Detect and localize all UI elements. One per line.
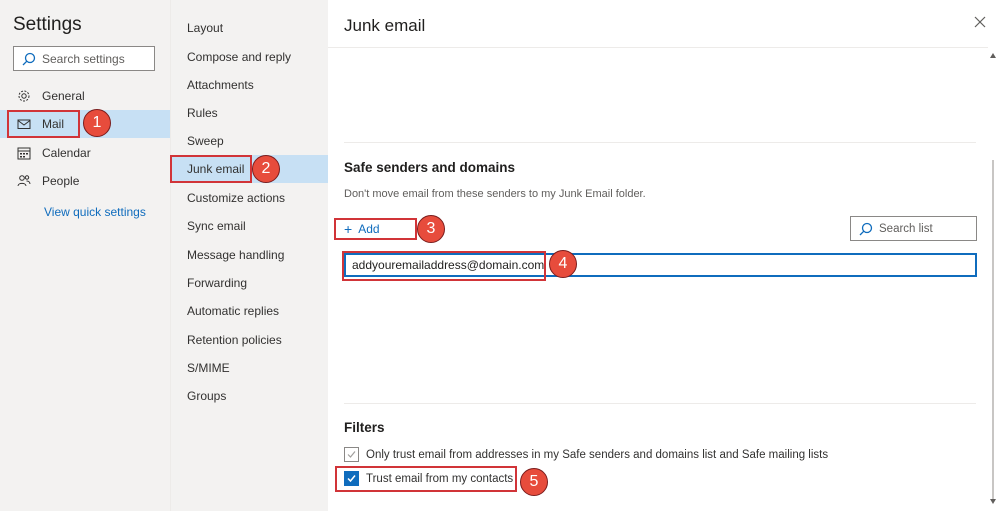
safe-senders-description: Don't move email from these senders to m… — [344, 188, 646, 200]
section-divider — [344, 142, 976, 143]
nav-item-label: General — [42, 89, 85, 103]
scroll-up-icon[interactable] — [989, 52, 997, 60]
checkbox-checked[interactable] — [344, 471, 359, 486]
filter-option-label: Trust email from my contacts — [366, 472, 514, 485]
menu-item-compose-and-reply[interactable]: Compose and reply — [171, 43, 329, 71]
menu-item-rules[interactable]: Rules — [171, 99, 329, 127]
menu-item-sync-email[interactable]: Sync email — [171, 212, 329, 240]
mail-settings-menu: Layout Compose and reply Attachments Rul… — [170, 0, 329, 511]
nav-item-label: Mail — [42, 117, 65, 131]
menu-item-sweep[interactable]: Sweep — [171, 127, 329, 155]
nav-item-calendar[interactable]: Calendar — [0, 139, 170, 167]
search-settings-input[interactable]: Search settings — [13, 46, 155, 71]
mail-icon — [17, 119, 31, 129]
menu-item-junk-email[interactable]: Junk email — [171, 155, 329, 183]
safe-sender-email-input[interactable] — [344, 253, 977, 277]
checkbox-unchecked[interactable] — [344, 447, 359, 462]
add-button[interactable]: + Add — [344, 221, 380, 237]
step-badge-5: 5 — [520, 468, 548, 496]
menu-item-automatic-replies[interactable]: Automatic replies — [171, 297, 329, 325]
search-list-placeholder: Search list — [879, 222, 933, 235]
junk-email-panel: Junk email Safe senders and domains Don'… — [328, 0, 999, 511]
section-divider — [344, 403, 976, 404]
filters-title: Filters — [344, 420, 385, 435]
step-badge-2: 2 — [252, 155, 280, 183]
nav-item-general[interactable]: General — [0, 82, 170, 110]
menu-item-forwarding[interactable]: Forwarding — [171, 269, 329, 297]
safe-senders-title: Safe senders and domains — [344, 160, 516, 175]
menu-item-attachments[interactable]: Attachments — [171, 71, 329, 99]
view-quick-settings-link[interactable]: View quick settings — [44, 205, 146, 219]
scrollbar[interactable] — [992, 160, 994, 500]
step-badge-4: 4 — [549, 250, 577, 278]
nav-item-label: Calendar — [42, 146, 91, 160]
filter-option-label: Only trust email from addresses in my Sa… — [366, 448, 829, 461]
settings-title: Settings — [13, 14, 82, 35]
menu-item-customize-actions[interactable]: Customize actions — [171, 184, 329, 212]
check-icon — [347, 475, 356, 483]
calendar-icon — [17, 147, 31, 160]
filter-option-safe-lists[interactable]: Only trust email from addresses in my Sa… — [344, 447, 828, 462]
menu-item-layout[interactable]: Layout — [171, 14, 329, 42]
nav-item-label: People — [42, 174, 80, 188]
close-icon[interactable] — [972, 14, 988, 30]
menu-item-retention-policies[interactable]: Retention policies — [171, 326, 329, 354]
filter-option-contacts[interactable]: Trust email from my contacts — [344, 471, 513, 486]
panel-title: Junk email — [344, 16, 426, 35]
step-badge-3: 3 — [417, 215, 445, 243]
add-button-label: Add — [358, 222, 380, 236]
menu-item-message-handling[interactable]: Message handling — [171, 241, 329, 269]
people-icon — [17, 175, 31, 187]
nav-item-people[interactable]: People — [0, 167, 170, 195]
settings-nav-pane: Settings Search settings General Mail Ca… — [0, 0, 170, 511]
search-icon — [859, 222, 873, 235]
search-settings-placeholder: Search settings — [42, 51, 125, 66]
gear-icon — [18, 90, 30, 102]
search-icon — [22, 52, 36, 65]
check-icon — [347, 451, 356, 458]
scroll-down-icon[interactable] — [989, 497, 997, 505]
step-badge-1: 1 — [83, 109, 111, 137]
plus-icon: + — [344, 221, 353, 237]
menu-item-groups[interactable]: Groups — [171, 382, 329, 410]
search-list-input[interactable]: Search list — [850, 216, 977, 241]
menu-item-smime[interactable]: S/MIME — [171, 354, 329, 382]
header-divider — [328, 47, 988, 48]
